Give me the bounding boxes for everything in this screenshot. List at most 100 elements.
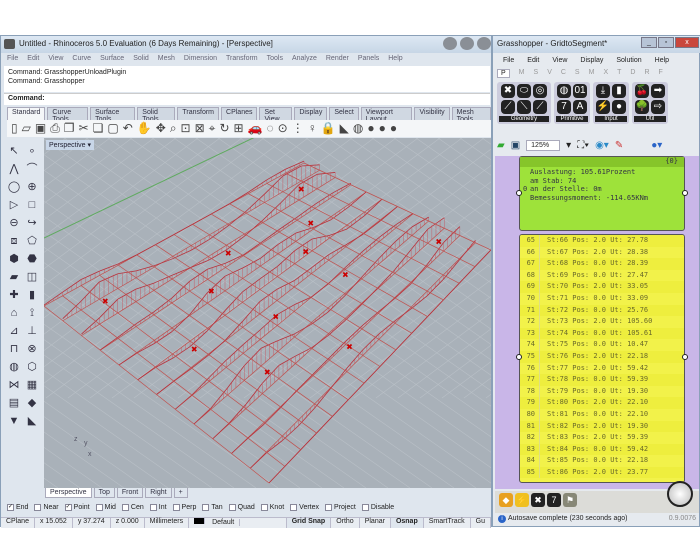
component-icon[interactable]: ⬭ <box>517 84 531 98</box>
osnap-toggle[interactable]: Osnap <box>390 518 424 528</box>
navigation-wheel[interactable] <box>667 481 693 507</box>
lock-icon[interactable]: 🔒 <box>321 121 336 136</box>
component-icon[interactable]: ◎ <box>533 84 547 98</box>
menu-transform[interactable]: Transform <box>226 55 258 64</box>
mesh-icon[interactable]: ▰ <box>5 270 23 284</box>
gh-menu-help[interactable]: Help <box>655 57 669 66</box>
gh-tab-t[interactable]: T <box>617 69 621 78</box>
render-sphere-icon[interactable]: ● <box>367 121 374 136</box>
component-icon[interactable]: ➡ <box>651 84 665 98</box>
menu-help[interactable]: Help <box>388 55 402 64</box>
menu-dimension[interactable]: Dimension <box>184 55 217 64</box>
polyline-icon[interactable]: ⋀ <box>5 162 23 176</box>
component-icon[interactable]: ⚡ <box>515 493 529 507</box>
analyze-icon[interactable]: ◆ <box>23 396 41 410</box>
blue-sphere-icon[interactable]: ● <box>390 121 397 136</box>
open-icon[interactable]: ▱ <box>22 121 31 136</box>
list-input-grip[interactable] <box>516 354 522 360</box>
copy-icon[interactable]: ❏ <box>93 121 104 136</box>
points-icon[interactable]: ⋮ <box>292 121 304 136</box>
hide-icon[interactable]: ◌ <box>267 121 274 136</box>
sphere-icon[interactable]: ⬣ <box>23 252 41 266</box>
pan-icon[interactable]: ✋ <box>137 121 152 136</box>
render-icon[interactable]: ◍ <box>5 360 23 374</box>
show-icon[interactable]: ⊙ <box>278 121 288 136</box>
save-file-icon[interactable]: ▣ <box>511 140 520 151</box>
gh-tab-p[interactable]: P <box>497 69 510 78</box>
preview-sphere-icon[interactable]: ●▾ <box>651 140 662 151</box>
car-icon[interactable]: 🚗 <box>248 121 263 136</box>
grid-snap-toggle[interactable]: Grid Snap <box>286 518 332 528</box>
component-icon[interactable]: ⟋ <box>501 100 515 114</box>
checkbox[interactable] <box>34 504 42 511</box>
component-icon[interactable]: ◍ <box>557 84 571 98</box>
list-output-grip[interactable] <box>682 354 688 360</box>
light-icon[interactable]: ♀ <box>308 121 317 136</box>
osnap-quad[interactable]: Quad <box>228 504 255 511</box>
rectangle-icon[interactable]: □ <box>23 198 41 212</box>
menu-render[interactable]: Render <box>326 55 349 64</box>
gh-tab-m[interactable]: M <box>589 69 595 78</box>
preview-eye-icon[interactable]: ◉▾ <box>595 140 609 151</box>
checkbox[interactable] <box>260 504 268 511</box>
rotate-icon[interactable]: ✥ <box>156 121 166 136</box>
group-label[interactable]: Input <box>595 116 627 122</box>
cut-icon[interactable]: ✂ <box>79 121 89 136</box>
osnap-vertex[interactable]: Vertex <box>290 504 319 511</box>
checkbox[interactable] <box>290 504 298 511</box>
menu-mesh[interactable]: Mesh <box>158 55 175 64</box>
checkbox[interactable] <box>95 504 103 511</box>
viewport-tab-top[interactable]: Top <box>93 488 115 498</box>
checkbox[interactable] <box>149 504 157 511</box>
zoom-window-icon[interactable]: ⊡ <box>181 121 191 136</box>
gh-tab-x[interactable]: X <box>603 69 608 78</box>
circle-icon[interactable]: ◯ <box>5 180 23 194</box>
menu-solid[interactable]: Solid <box>133 55 149 64</box>
menu-file[interactable]: File <box>7 55 18 64</box>
gh-tab-s[interactable]: S <box>575 69 580 78</box>
panel-input-grip[interactable] <box>516 190 522 196</box>
print-icon[interactable]: ⎙ <box>50 121 60 136</box>
ortho-toggle[interactable]: Ortho <box>331 518 360 528</box>
group-icon[interactable]: ⊥ <box>23 324 41 338</box>
menu-panels[interactable]: Panels <box>358 55 379 64</box>
shaded-sphere-icon[interactable]: ● <box>379 121 386 136</box>
move-icon[interactable]: ✚ <box>5 288 23 302</box>
checkbox[interactable]: ✓ <box>7 504 14 511</box>
gh-tab-d[interactable]: D <box>630 69 635 78</box>
menu-curve[interactable]: Curve <box>72 55 91 64</box>
minimize-button[interactable]: _ <box>641 37 657 48</box>
viewport-tab-perspective[interactable]: Perspective <box>45 488 92 498</box>
gh-tab-s[interactable]: S <box>534 69 539 78</box>
component-icon[interactable]: ⟋ <box>533 100 547 114</box>
color-wheel-icon[interactable]: ◍ <box>353 121 363 136</box>
grasshopper-canvas[interactable]: {0} Auslastung: 105.61Prozent am Stab: 7… <box>495 156 699 489</box>
gh-menu-display[interactable]: Display <box>580 57 603 66</box>
menu-tools[interactable]: Tools <box>267 55 283 64</box>
component-icon[interactable]: 7 <box>557 100 571 114</box>
layer-icon[interactable]: ◣ <box>340 121 349 136</box>
perspective-viewport[interactable]: ✖ ✖ ✖ ✖ ✖ ✖ ✖ ✖ ✖ ✖ ✖ ✖ Perspective ▾ z y x <box>44 138 491 488</box>
gh-tab-r[interactable]: R <box>644 69 649 78</box>
smarttrack-toggle[interactable]: SmartTrack <box>424 518 471 528</box>
curve-icon[interactable]: ⌒ <box>23 162 41 176</box>
viewport-tab-right[interactable]: Right <box>145 488 172 498</box>
ellipse-icon[interactable]: ⊕ <box>23 180 41 194</box>
gh-tab-v[interactable]: V <box>547 69 552 78</box>
group-label[interactable]: Util <box>634 116 666 122</box>
zoom-selected-icon[interactable]: ⌖ <box>209 121 216 136</box>
component-icon[interactable]: 🍒 <box>635 84 649 98</box>
status-layer[interactable]: Default <box>189 518 287 528</box>
viewport-tab-front[interactable]: Front <box>116 488 144 498</box>
osnap-mid[interactable]: Mid <box>95 504 116 511</box>
osnap-near[interactable]: Near <box>34 504 59 511</box>
maximize-button[interactable] <box>460 37 474 50</box>
zoom-extents-icon[interactable]: ⊠ <box>195 121 205 136</box>
zoom-level-field[interactable]: 125% <box>526 139 561 151</box>
split-icon[interactable]: ⊿ <box>5 324 23 338</box>
gh-tab-m[interactable]: M <box>519 69 525 78</box>
command-input[interactable]: Command: <box>4 93 490 105</box>
panel-output-grip[interactable] <box>682 190 688 196</box>
surface-icon[interactable]: ⧈ <box>5 234 23 248</box>
component-icon[interactable]: ⇨ <box>651 100 665 114</box>
